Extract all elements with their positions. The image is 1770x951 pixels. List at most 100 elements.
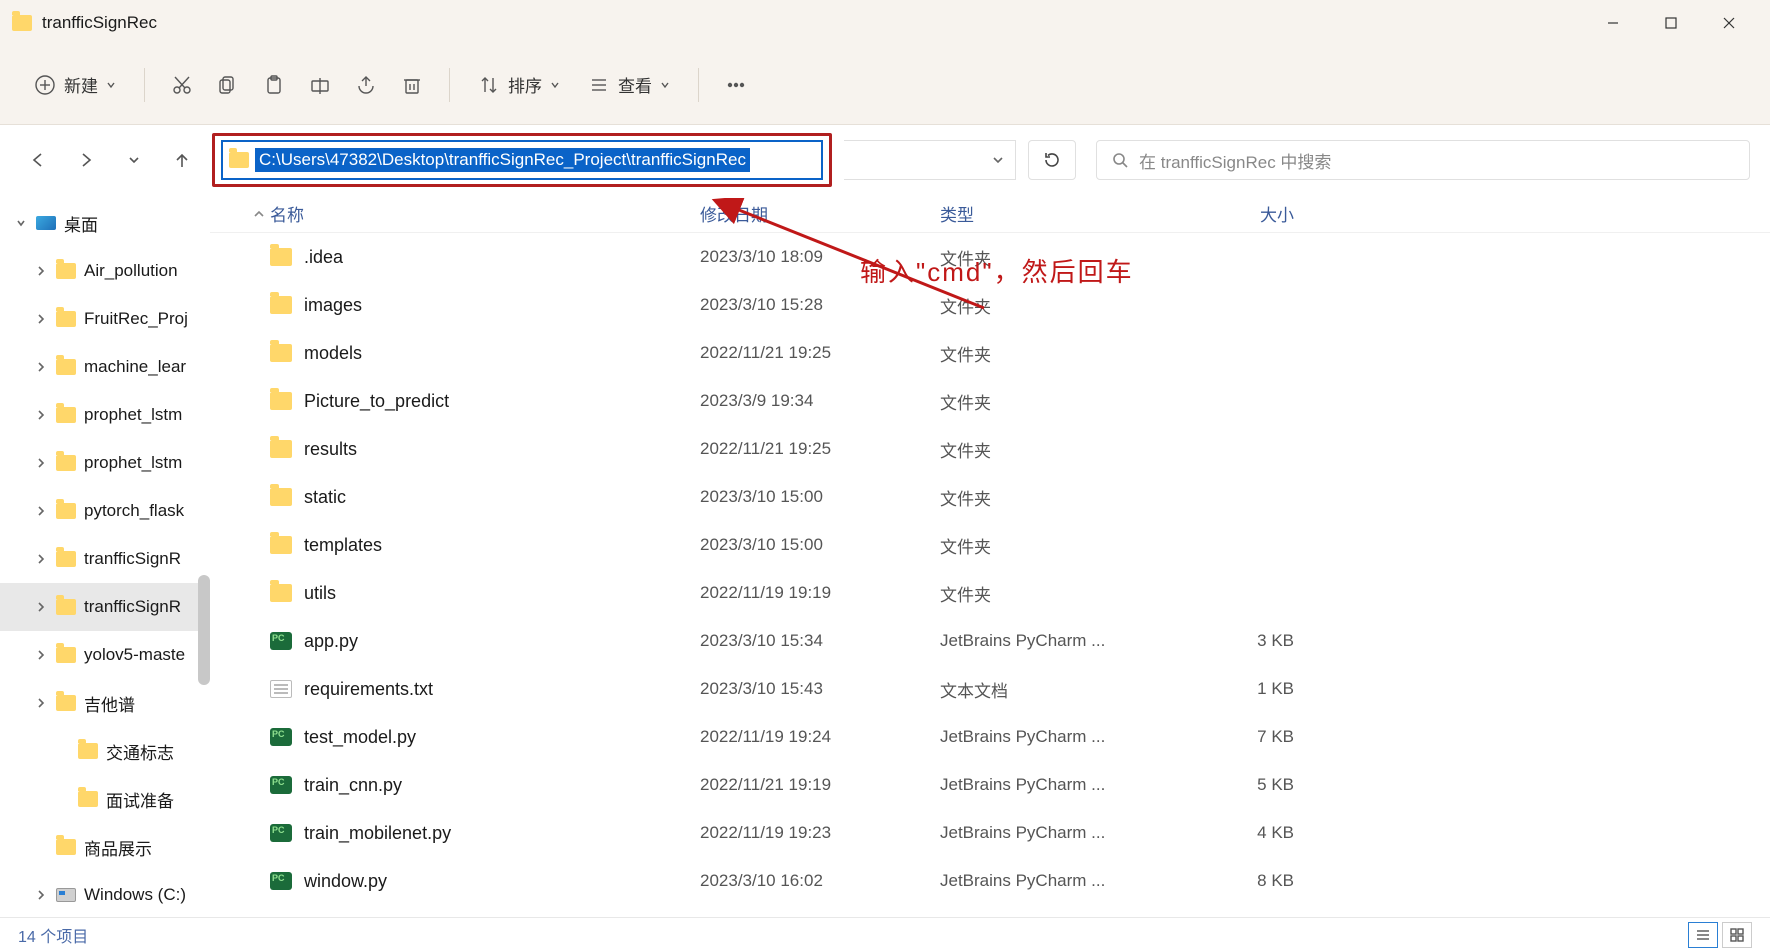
refresh-button[interactable] (1028, 140, 1076, 180)
py-icon (270, 728, 292, 746)
address-bar[interactable]: C:\Users\47382\Desktop\tranfficSignRec_P… (212, 133, 832, 187)
file-date: 2023/3/10 16:02 (700, 871, 940, 891)
search-icon (1111, 151, 1129, 169)
column-headers: 名称 修改日期 类型 大小 (210, 195, 1770, 233)
sort-button[interactable]: 排序 (468, 64, 570, 105)
nav-row: C:\Users\47382\Desktop\tranfficSignRec_P… (0, 125, 1770, 195)
sidebar-item[interactable]: FruitRec_Proj (0, 295, 210, 343)
sidebar-item-label: 吉他谱 (84, 691, 135, 716)
file-row[interactable]: models2022/11/21 19:25文件夹 (210, 329, 1770, 377)
file-size: 1 KB (1150, 679, 1330, 699)
file-type: JetBrains PyCharm ... (940, 871, 1150, 891)
folder-icon (56, 695, 76, 711)
file-row[interactable]: train_cnn.py2022/11/21 19:19JetBrains Py… (210, 761, 1770, 809)
file-row[interactable]: requirements.txt2023/3/10 15:43文本文档1 KB (210, 665, 1770, 713)
close-button[interactable] (1700, 0, 1758, 45)
address-path[interactable]: C:\Users\47382\Desktop\tranfficSignRec_P… (255, 148, 750, 172)
file-name: Picture_to_predict (304, 391, 700, 412)
file-name: .idea (304, 247, 700, 268)
sidebar: 桌面 Air_pollution FruitRec_Proj machine_lea… (0, 195, 210, 917)
file-row[interactable]: train_mobilenet.py2022/11/19 19:23JetBra… (210, 809, 1770, 857)
forward-button[interactable] (68, 142, 104, 178)
scrollbar-thumb[interactable] (198, 575, 210, 685)
file-type: 文本文档 (940, 677, 1150, 702)
desktop-icon (36, 216, 56, 230)
file-row[interactable]: static2023/3/10 15:00文件夹 (210, 473, 1770, 521)
sidebar-item[interactable]: tranfficSignR (0, 535, 210, 583)
file-type: JetBrains PyCharm ... (940, 775, 1150, 795)
sidebar-item-label: prophet_lstm (84, 405, 182, 425)
sidebar-item[interactable]: 面试准备 (0, 775, 210, 823)
file-date: 2022/11/19 19:19 (700, 583, 940, 603)
sidebar-item[interactable]: 商品展示 (0, 823, 210, 871)
sidebar-item-label: Windows (C:) (84, 885, 186, 905)
file-row[interactable]: utils2022/11/19 19:19文件夹 (210, 569, 1770, 617)
chevron-right-icon (34, 552, 48, 566)
paste-button[interactable] (255, 66, 293, 104)
file-date: 2023/3/10 15:00 (700, 487, 940, 507)
minimize-button[interactable] (1584, 0, 1642, 45)
delete-button[interactable] (393, 66, 431, 104)
recent-button[interactable] (116, 142, 152, 178)
view-button[interactable]: 查看 (578, 64, 680, 105)
sidebar-item[interactable]: tranfficSignR (0, 583, 210, 631)
file-row[interactable]: results2022/11/21 19:25文件夹 (210, 425, 1770, 473)
file-row[interactable]: templates2023/3/10 15:00文件夹 (210, 521, 1770, 569)
file-name: train_mobilenet.py (304, 823, 700, 844)
folder-icon (270, 296, 292, 314)
up-button[interactable] (164, 142, 200, 178)
file-row[interactable]: test_model.py2022/11/19 19:24JetBrains P… (210, 713, 1770, 761)
file-row[interactable]: Picture_to_predict2023/3/9 19:34文件夹 (210, 377, 1770, 425)
body: 桌面 Air_pollution FruitRec_Proj machine_lea… (0, 195, 1770, 917)
file-row[interactable]: app.py2023/3/10 15:34JetBrains PyCharm .… (210, 617, 1770, 665)
new-button[interactable]: 新建 (24, 64, 126, 105)
file-row[interactable]: window.py2023/3/10 16:02JetBrains PyChar… (210, 857, 1770, 905)
copy-button[interactable] (209, 66, 247, 104)
column-name[interactable]: 名称 (270, 201, 700, 226)
column-size[interactable]: 大小 (1150, 201, 1330, 226)
chevron-right-icon (34, 600, 48, 614)
sidebar-item[interactable]: 吉他谱 (0, 679, 210, 727)
column-date[interactable]: 修改日期 (700, 201, 940, 226)
sidebar-item[interactable]: machine_lear (0, 343, 210, 391)
sidebar-item[interactable]: Air_pollution (0, 247, 210, 295)
file-date: 2022/11/19 19:24 (700, 727, 940, 747)
column-type[interactable]: 类型 (940, 201, 1150, 226)
share-button[interactable] (347, 66, 385, 104)
address-bar-wrap: C:\Users\47382\Desktop\tranfficSignRec_P… (212, 133, 832, 187)
sidebar-item-desktop[interactable]: 桌面 (0, 199, 210, 247)
sort-indicator-icon (252, 207, 266, 221)
sidebar-item[interactable]: Windows (C:) (0, 871, 210, 919)
sort-label: 排序 (508, 72, 542, 97)
rename-button[interactable] (301, 66, 339, 104)
sidebar-item-label: FruitRec_Proj (84, 309, 188, 329)
file-date: 2023/3/9 19:34 (700, 391, 940, 411)
drive-icon (56, 888, 76, 902)
maximize-button[interactable] (1642, 0, 1700, 45)
back-button[interactable] (20, 142, 56, 178)
window-title: tranfficSignRec (42, 13, 157, 33)
sidebar-item[interactable]: yolov5-maste (0, 631, 210, 679)
sidebar-item-label: 交通标志 (106, 739, 174, 764)
folder-icon (56, 551, 76, 567)
file-size: 5 KB (1150, 775, 1330, 795)
sidebar-item[interactable]: pytorch_flask (0, 487, 210, 535)
sidebar-item[interactable]: 交通标志 (0, 727, 210, 775)
folder-icon (270, 536, 292, 554)
search-input[interactable]: 在 tranfficSignRec 中搜索 (1096, 140, 1750, 180)
view-thumbnails-button[interactable] (1722, 922, 1752, 948)
cut-button[interactable] (163, 66, 201, 104)
address-history-dropdown[interactable] (844, 140, 1016, 180)
file-type: 文件夹 (940, 389, 1150, 414)
py-icon (270, 872, 292, 890)
view-details-button[interactable] (1688, 922, 1718, 948)
folder-icon (229, 152, 249, 168)
sidebar-item-label: 面试准备 (106, 787, 174, 812)
sidebar-item[interactable]: prophet_lstm (0, 391, 210, 439)
sidebar-item[interactable]: prophet_lstm (0, 439, 210, 487)
py-icon (270, 824, 292, 842)
new-label: 新建 (64, 72, 98, 97)
sidebar-item-label: 商品展示 (84, 835, 152, 860)
more-button[interactable] (717, 66, 755, 104)
divider (449, 68, 450, 102)
